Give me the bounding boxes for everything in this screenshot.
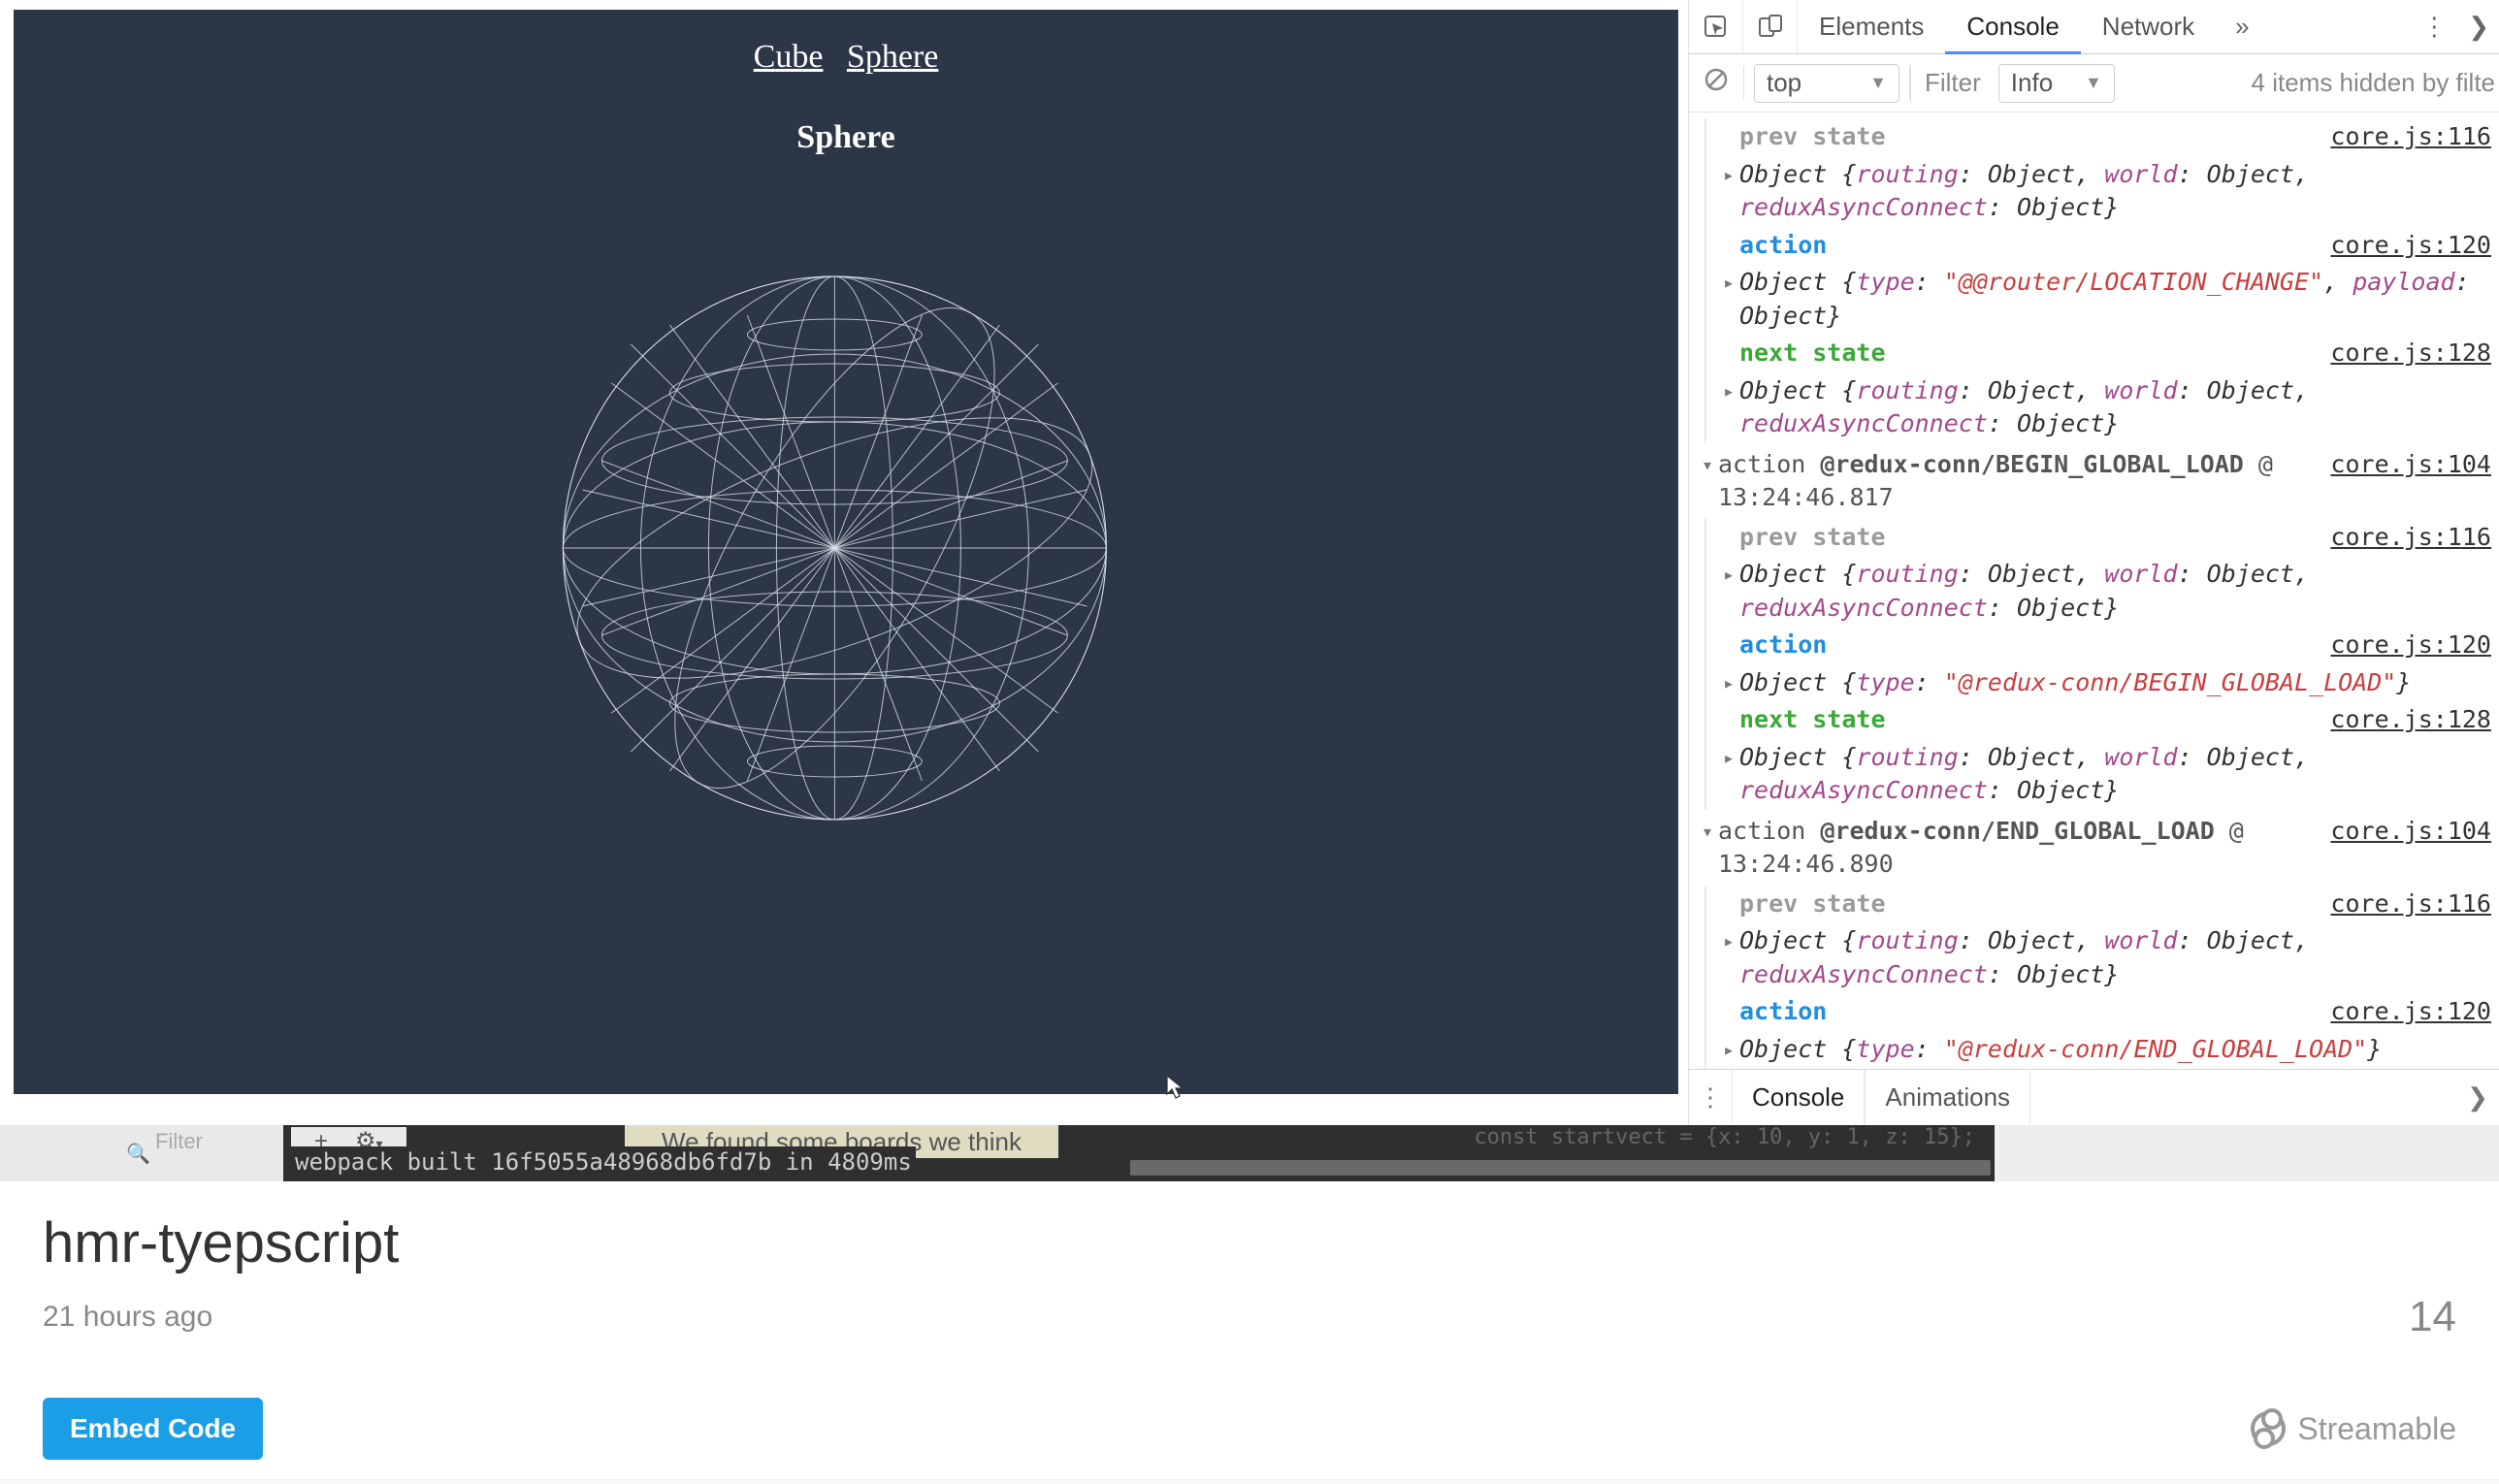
context-select-label: top — [1767, 68, 1801, 98]
label-action: action — [1739, 231, 1827, 259]
brand-logo[interactable]: Streamable — [2251, 1411, 2456, 1447]
app-viewport: Cube Sphere Sphere — [0, 0, 1688, 1125]
collapse-arrow-icon[interactable]: ▾ — [1697, 815, 1718, 846]
embed-code-button[interactable]: Embed Code — [43, 1398, 263, 1460]
log-group-header[interactable]: ▾ core.js:104 action @redux-conn/END_GLO… — [1689, 811, 2499, 886]
drawer-menu-icon[interactable]: ⋮ — [1689, 1082, 1732, 1113]
source-link[interactable]: core.js:104 — [2330, 448, 2491, 482]
tab-elements[interactable]: Elements — [1798, 0, 1945, 53]
source-link[interactable]: core.js:120 — [2330, 995, 2491, 1029]
source-link[interactable]: core.js:104 — [2330, 815, 2491, 849]
log-object: Object {type: "@@router/LOCATION_CHANGE"… — [1739, 266, 2491, 333]
brand-label: Streamable — [2297, 1411, 2456, 1447]
log-object: Object {routing: Object, world: Object, … — [1739, 374, 2491, 441]
devtools-panel: Elements Console Network » ⋮ ❯ top ▼ Fil… — [1688, 0, 2499, 1125]
inspect-icon[interactable] — [1689, 0, 1743, 53]
source-link[interactable]: core.js:128 — [2330, 337, 2491, 371]
search-icon: 🔍 — [126, 1142, 150, 1166]
label-action: action — [1739, 630, 1827, 659]
tab-console[interactable]: Console — [1945, 0, 2080, 53]
expand-arrow-icon[interactable]: ▸ — [1718, 666, 1739, 697]
device-mode-icon[interactable] — [1743, 0, 1798, 53]
filter-input[interactable]: Filter — [1910, 64, 1989, 103]
clear-console-icon[interactable] — [1689, 67, 1743, 99]
hidden-items-msg: 4 items hidden by filte — [2125, 68, 2499, 98]
ide-left-panel: 🔍 — [0, 1125, 283, 1181]
log-level-select[interactable]: Info ▼ — [1998, 64, 2115, 103]
terminal-output: webpack built 16f5055a48968db6fd7b in 48… — [291, 1146, 916, 1178]
label-action: action — [1739, 997, 1827, 1025]
expand-arrow-icon[interactable]: ▸ — [1718, 558, 1739, 589]
log-object: Object {routing: Object, world: Object, … — [1739, 158, 2491, 225]
label-prev-state: prev state — [1739, 122, 1886, 150]
blank-panel — [1995, 1125, 2499, 1181]
source-link[interactable]: core.js:128 — [2330, 703, 2491, 737]
label-prev-state: prev state — [1739, 523, 1886, 551]
chevron-down-icon: ▼ — [2085, 73, 2102, 93]
log-object: Object {routing: Object, world: Object, … — [1739, 741, 2491, 808]
source-link[interactable]: core.js:116 — [2330, 521, 2491, 555]
nav-links: Cube Sphere — [14, 39, 1678, 76]
source-link[interactable]: core.js:120 — [2330, 629, 2491, 662]
drawer-tab-console[interactable]: Console — [1732, 1070, 1865, 1125]
log-object: Object {type: "@redux-conn/BEGIN_GLOBAL_… — [1739, 666, 2491, 700]
chevron-down-icon: ▼ — [1869, 73, 1887, 93]
log-object: Object {type: "@redux-conn/END_GLOBAL_LO… — [1739, 1033, 2491, 1067]
console-output[interactable]: core.js:116 prev state ▸ Object {routing… — [1689, 113, 2499, 1069]
more-tabs-icon[interactable]: » — [2216, 12, 2268, 42]
log-object: Object {routing: Object, world: Object, … — [1739, 924, 2491, 991]
webgl-viewer: Cube Sphere Sphere — [14, 10, 1678, 1094]
expand-arrow-icon[interactable]: ▸ — [1718, 924, 1739, 955]
expand-arrow-icon[interactable]: ▸ — [1718, 1033, 1739, 1064]
drawer-tab-animations[interactable]: Animations — [1865, 1070, 2030, 1125]
source-link[interactable]: core.js:120 — [2330, 229, 2491, 263]
log-object: Object {routing: Object, world: Object, … — [1739, 558, 2491, 625]
nav-link-sphere[interactable]: Sphere — [847, 39, 938, 75]
log-level-label: Info — [2011, 68, 2053, 98]
label-prev-state: prev state — [1739, 889, 1886, 918]
video-title: hmr-tyepscript — [43, 1210, 2456, 1275]
ide-filter-label: Filter — [155, 1129, 203, 1154]
wireframe-sphere — [553, 267, 1116, 829]
dock-side-icon[interactable]: ❯ — [2458, 12, 2499, 42]
horizontal-scrollbar[interactable] — [1130, 1160, 1991, 1176]
tab-network[interactable]: Network — [2081, 0, 2216, 53]
label-next-state: next state — [1739, 339, 1886, 367]
expand-arrow-icon[interactable]: ▸ — [1718, 266, 1739, 297]
context-select[interactable]: top ▼ — [1754, 64, 1899, 103]
code-snippet: const startvect = {x: 10, y: 1, z: 15}; — [1474, 1125, 1975, 1149]
expand-arrow-icon[interactable]: ▸ — [1718, 158, 1739, 189]
streamable-icon — [2251, 1411, 2286, 1446]
page-title: Sphere — [14, 119, 1678, 156]
ide-strip: 🔍 Filter + ⚙▾ We found some boards we th… — [0, 1125, 2499, 1181]
devtools-menu-icon[interactable]: ⋮ — [2410, 12, 2458, 42]
expand-arrow-icon[interactable]: ▸ — [1718, 374, 1739, 405]
view-count: 14 — [2409, 1293, 2456, 1341]
upload-time: 21 hours ago — [43, 1301, 212, 1334]
collapse-arrow-icon[interactable]: ▾ — [1697, 448, 1718, 479]
source-link[interactable]: core.js:116 — [2330, 887, 2491, 921]
source-link[interactable]: core.js:116 — [2330, 120, 2491, 154]
label-next-state: next state — [1739, 705, 1886, 733]
expand-arrow-icon[interactable]: ▸ — [1718, 741, 1739, 772]
drawer-expand-icon[interactable]: ❯ — [2456, 1082, 2499, 1113]
log-group-header[interactable]: ▾ core.js:104 action @redux-conn/BEGIN_G… — [1689, 444, 2499, 519]
video-footer: hmr-tyepscript 21 hours ago 14 Embed Cod… — [0, 1181, 2499, 1480]
nav-link-cube[interactable]: Cube — [754, 39, 824, 75]
